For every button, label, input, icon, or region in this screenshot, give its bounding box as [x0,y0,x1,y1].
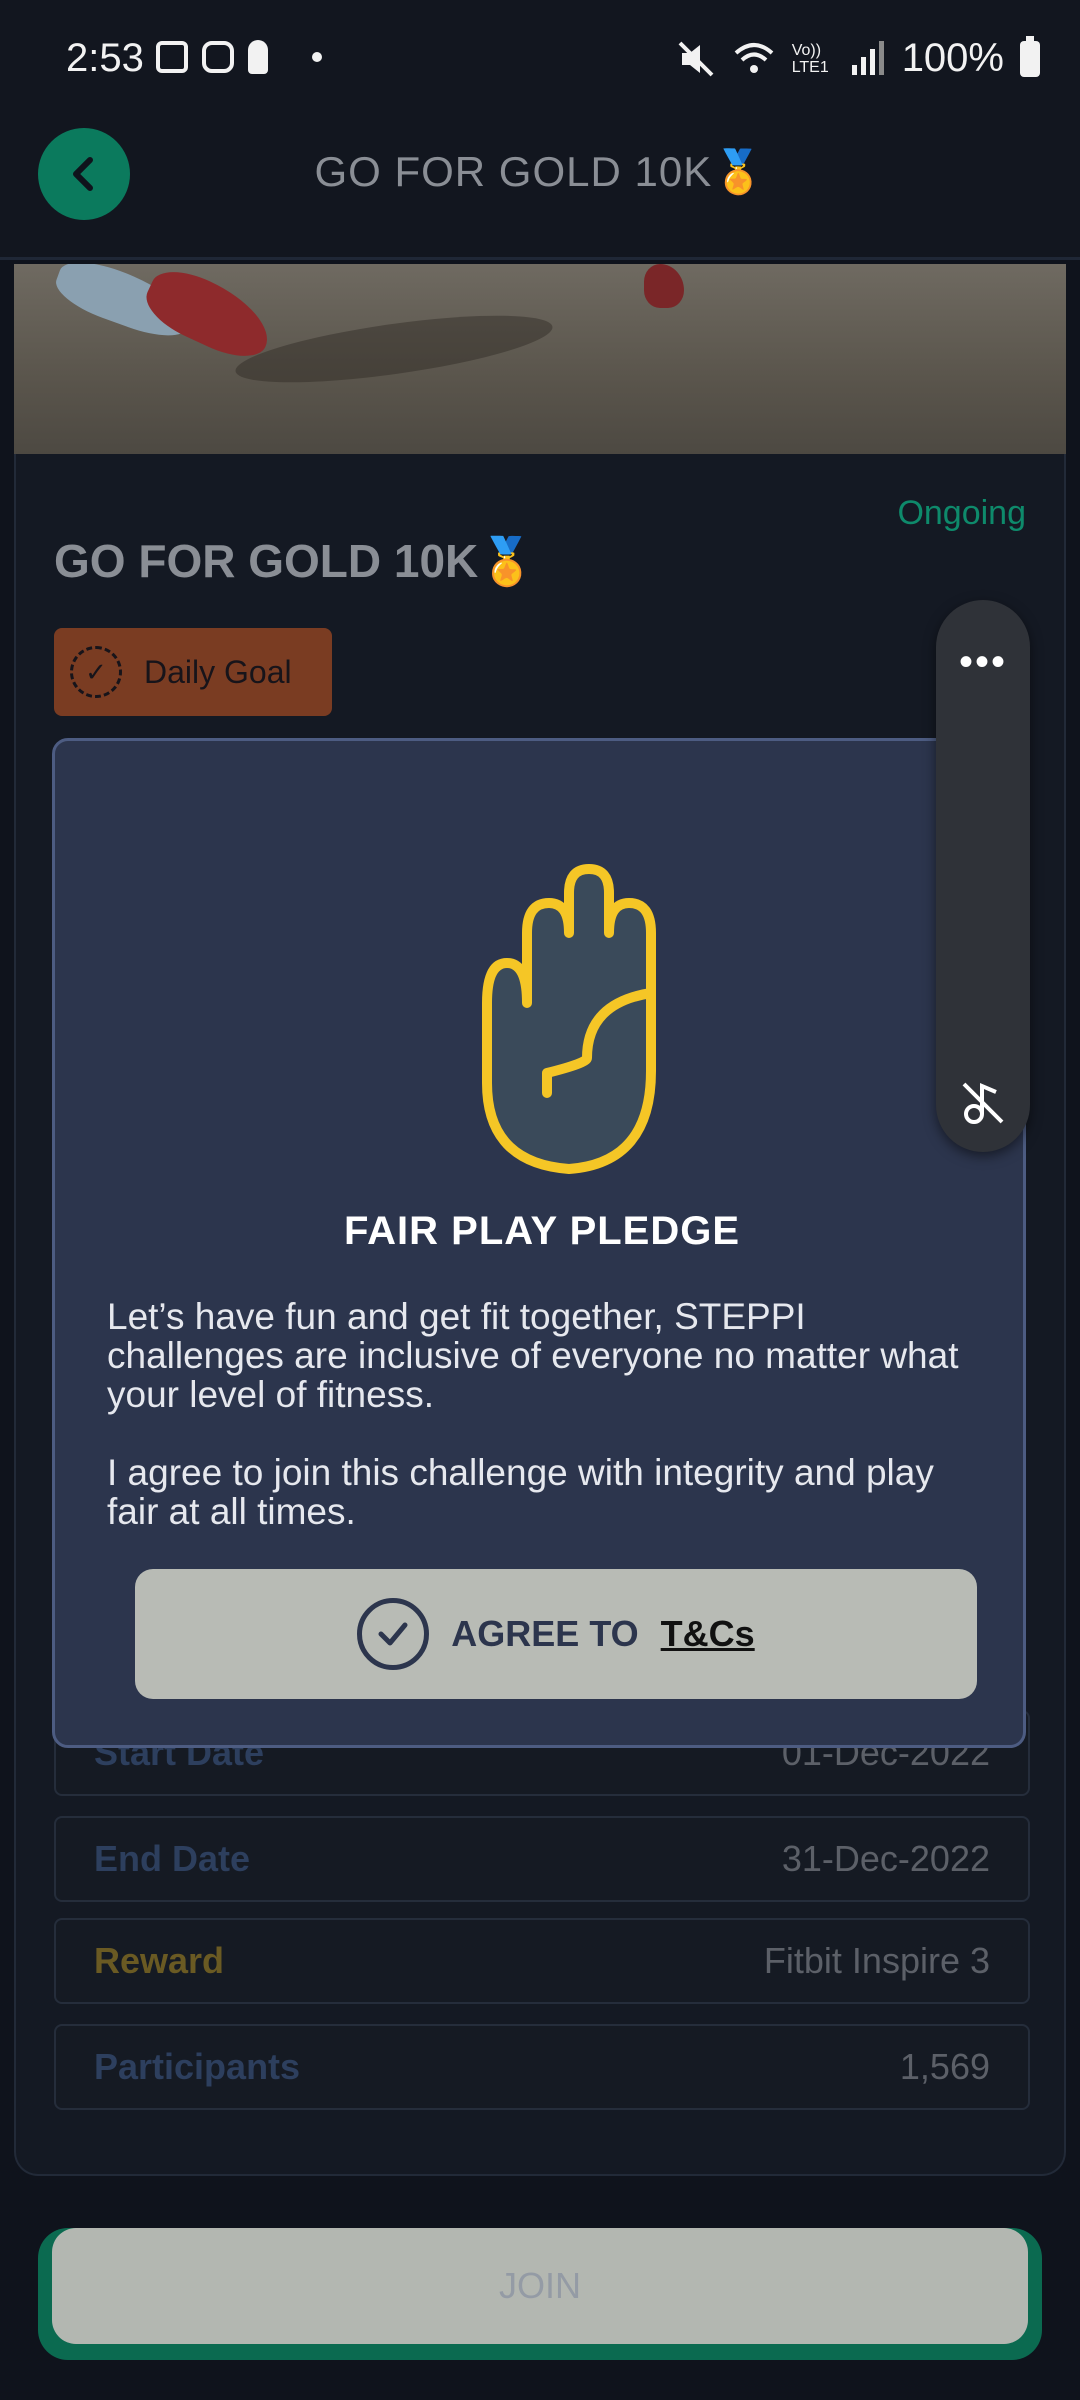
status-right: Vo)) LTE1 100% [676,35,1040,81]
agree-label: AGREE TO [451,1613,639,1654]
signal-icon [851,40,884,75]
info-label: Participants [94,2046,301,2087]
status-badge: Ongoing [897,494,1026,532]
fair-play-pledge-modal: FAIR PLAY PLEDGE Let’s have fun and get … [52,738,1026,1748]
info-value: Fitbit Inspire 3 [763,1940,990,1981]
instagram-icon [202,41,234,73]
pledge-paragraph-1: Let’s have fun and get fit together, STE… [107,1296,959,1415]
battery-icon [1020,35,1040,77]
tcs-link[interactable]: T&Cs [661,1613,755,1655]
status-time: 2:53 [66,36,144,80]
pledge-paragraph-2: I agree to join this challenge with inte… [107,1452,934,1532]
info-value: 1,569 [899,2046,990,2087]
info-row-reward: Reward Fitbit Inspire 3 [54,1918,1030,2004]
hero-image [14,264,1066,454]
check-circle-icon [357,1598,430,1670]
info-row-participants: Participants 1,569 [54,2024,1030,2110]
goal-badge: ✓ Daily Goal [54,628,332,716]
goal-badge-label: Daily Goal [144,653,292,690]
agree-tcs-button[interactable]: AGREE TO T&Cs [135,1569,977,1699]
keyhole-icon [248,40,268,74]
battery-percent: 100% [901,36,1004,80]
network-label: Vo)) LTE1 [791,41,829,76]
status-left-icons [156,40,322,74]
shoe-right [644,264,684,308]
gallery-icon [156,41,188,73]
pledge-title: FAIR PLAY PLEDGE [343,1209,741,1253]
app-header: GO FOR GOLD 10K🏅 [0,118,1080,260]
info-row-end-date: End Date 31-Dec-2022 [54,1816,1030,1902]
music-off-icon[interactable] [958,1078,1008,1128]
join-button[interactable]: JOIN [52,2228,1028,2344]
floating-panel[interactable]: ••• [936,600,1030,1152]
shadow [232,301,556,397]
wifi-icon [734,42,774,73]
mute-icon [678,41,714,76]
info-label: End Date [94,1838,251,1879]
check-circle-icon: ✓ [70,646,122,698]
dot-icon [312,52,322,62]
challenge-title: GO FOR GOLD 10K🏅 [54,535,536,587]
hand-icon [482,864,656,1174]
page-title: GO FOR GOLD 10K🏅 [314,148,766,195]
join-button-wrap: JOIN [38,2228,1042,2360]
status-bar: 2:53 Vo)) LTE1 100% [0,0,1080,118]
more-icon[interactable]: ••• [936,640,1030,685]
info-label: Reward [94,1940,225,1981]
info-value: 31-Dec-2022 [781,1838,990,1879]
